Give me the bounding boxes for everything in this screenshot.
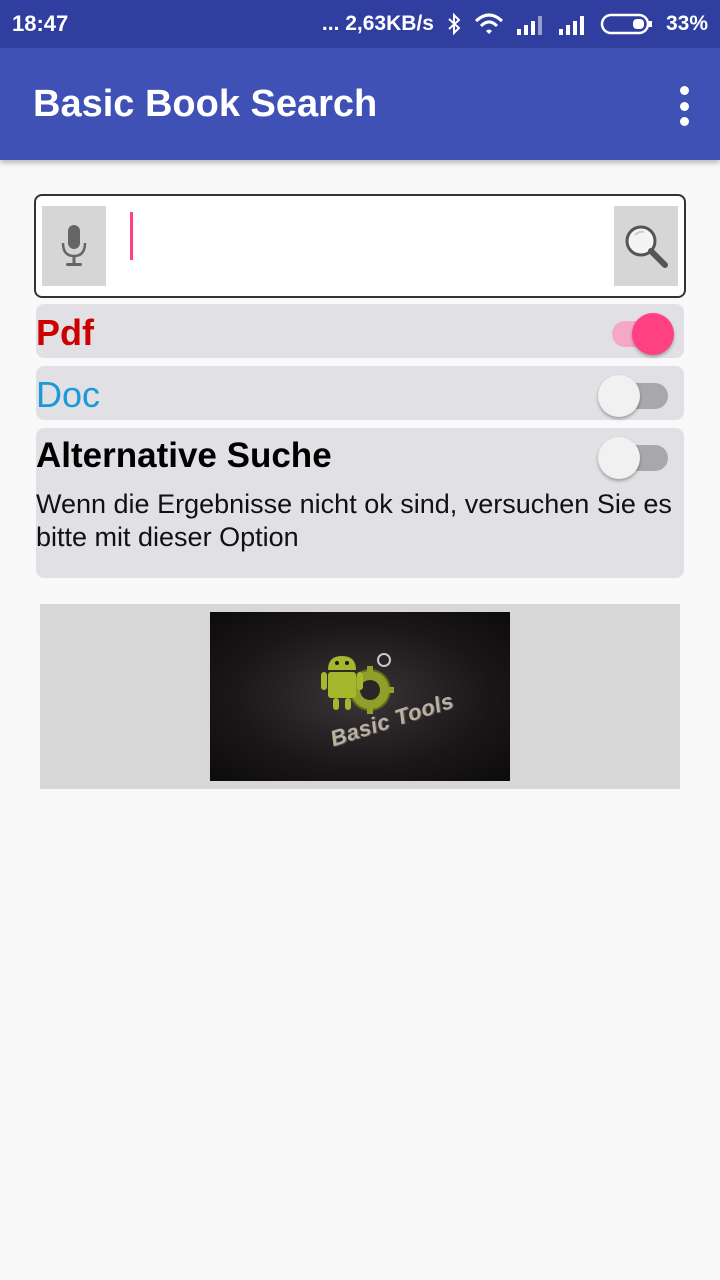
search-input[interactable] [118,210,608,282]
alternative-search-label: Alternative Suche [36,436,332,475]
voice-search-button[interactable] [42,206,106,286]
doc-label: Doc [36,374,101,415]
alternative-search-toggle[interactable] [598,433,676,479]
wifi-icon [474,13,503,34]
doc-toggle[interactable] [598,371,676,417]
pdf-option: Pdf [36,304,684,358]
battery-icon [600,13,652,35]
status-icons: ... 2,63KB/s 33% [322,10,708,38]
pdf-toggle[interactable] [606,309,676,355]
alternative-search-option: Alternative Suche Wenn die Ergebnisse ni… [36,428,684,578]
status-bar: 18:47 ... 2,63KB/s 33% [0,0,720,48]
microphone-icon [61,225,87,266]
signal-icon [558,16,584,35]
banner-ad[interactable]: Basic Tools [40,604,680,789]
text-cursor [130,212,133,260]
app-bar: Basic Book Search [0,48,720,160]
bluetooth-icon [448,12,461,36]
pdf-label: Pdf [36,312,94,353]
battery-percent: 33% [665,12,708,35]
network-speed: ... 2,63KB/s [321,12,434,35]
signal-icon [516,16,542,35]
search-button[interactable] [614,206,678,286]
search-icon [625,225,668,268]
alternative-search-description: Wenn die Ergebnisse nicht ok sind, versu… [36,489,672,552]
search-box [34,194,686,298]
banner-image: Basic Tools [210,612,510,781]
status-time: 18:47 [12,11,69,36]
more-vert-icon[interactable] [676,86,692,126]
doc-option: Doc [36,366,684,420]
app-title: Basic Book Search [33,83,378,125]
